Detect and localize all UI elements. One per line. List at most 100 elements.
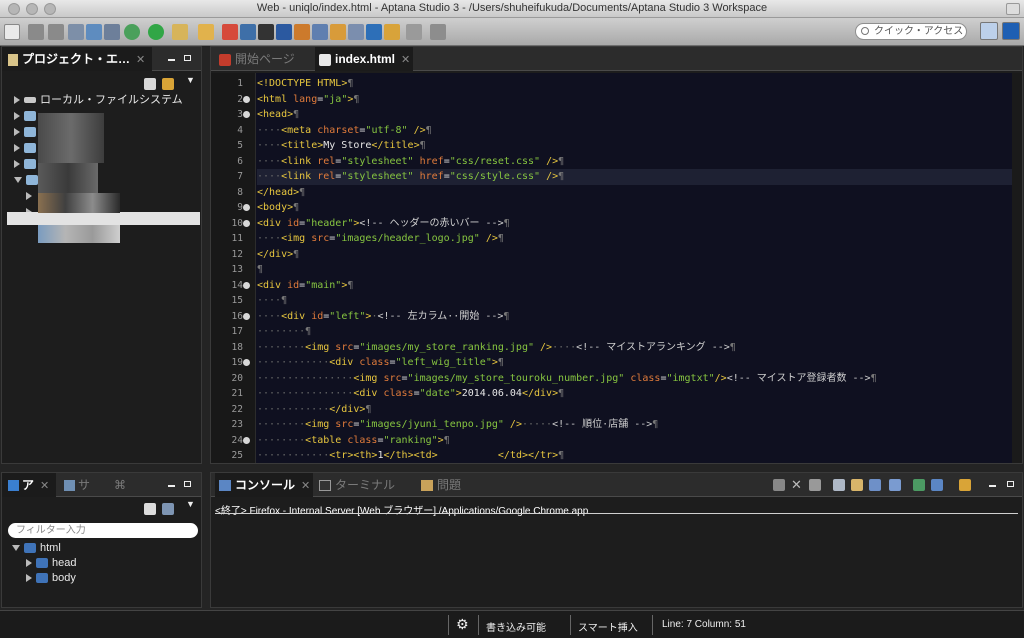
code-line[interactable]: ····¶ [257, 293, 1014, 309]
tree-item-project[interactable] [14, 157, 40, 172]
fold-toggle-icon[interactable] [243, 204, 250, 211]
document-icon[interactable] [348, 24, 364, 40]
tree-item-folder[interactable] [26, 189, 36, 204]
remove-launch-icon[interactable]: ✕ [791, 477, 802, 493]
close-tab-icon[interactable]: ✕ [136, 54, 145, 66]
code-line[interactable]: </head>¶ [257, 185, 1014, 201]
window-icon[interactable] [240, 24, 256, 40]
fold-toggle-icon[interactable] [243, 95, 250, 103]
code-area[interactable]: 1 2 3 4 5 6 7 8 9 10 11 12 13 14 15 16 17 18 19 20 21 22 23 24 2… [211, 73, 1014, 463]
settings-gear-icon[interactable]: ⚙ [456, 616, 469, 633]
export-icon[interactable] [86, 24, 102, 40]
remove-all-icon[interactable] [809, 479, 821, 491]
code-line[interactable]: ················<div class="date">2014.0… [257, 386, 1014, 402]
show-on-output-icon[interactable] [889, 479, 901, 491]
pin-console-icon[interactable] [913, 479, 925, 491]
tree-item-project[interactable] [14, 125, 40, 140]
code-line[interactable]: ············<div class="left_wig_title">… [257, 355, 1014, 371]
code-line[interactable]: </div>¶ [257, 247, 1014, 263]
fullscreen-icon[interactable] [1006, 3, 1020, 15]
vertical-scrollbar[interactable] [1012, 73, 1022, 463]
tool-icon[interactable] [312, 24, 328, 40]
link-editor-icon[interactable] [162, 78, 174, 90]
code-line[interactable]: ········<table class="ranking">¶ [257, 433, 1014, 449]
save-all-icon[interactable] [48, 24, 64, 40]
code-line[interactable]: <!DOCTYPE HTML>¶ [257, 76, 1014, 92]
code-line[interactable]: <html lang="ja">¶ [257, 92, 1014, 108]
word-wrap-icon[interactable] [869, 479, 881, 491]
quick-access-field[interactable]: クイック・アクセス [855, 23, 967, 40]
tree-item-project[interactable] [14, 141, 40, 156]
pin-icon[interactable] [430, 24, 446, 40]
code-line[interactable]: <div id="header"><!-- ヘッダーの赤いバー -->¶ [257, 216, 1014, 232]
fold-toggle-icon[interactable] [243, 359, 250, 366]
outline-item-html[interactable]: html [12, 541, 61, 556]
outline-item-body[interactable]: body [26, 571, 76, 586]
print-icon[interactable] [68, 24, 84, 40]
fold-toggle-icon[interactable] [243, 312, 250, 320]
tab-extra[interactable]: ⌘ [114, 473, 134, 497]
maximize-icon[interactable] [184, 55, 191, 61]
code-line[interactable]: ····<img src="images/header_logo.jpg" />… [257, 231, 1014, 247]
outline-filter-input[interactable]: フィルター入力 [8, 523, 198, 538]
forward-arrow-icon[interactable] [406, 24, 422, 40]
terminate-icon[interactable] [773, 479, 785, 491]
tab-outline[interactable]: ア ✕ [2, 473, 56, 497]
fold-toggle-icon[interactable] [243, 281, 250, 289]
tab-index-html[interactable]: index.html ✕ [315, 47, 413, 71]
document-icon[interactable] [144, 503, 156, 515]
minimize-icon[interactable] [168, 485, 175, 487]
brush-icon[interactable] [330, 24, 346, 40]
code-line[interactable]: ········¶ [257, 324, 1014, 340]
scroll-lock-icon[interactable] [851, 479, 863, 491]
close-tab-icon[interactable]: ✕ [401, 54, 410, 66]
format-icon[interactable] [276, 24, 292, 40]
code-line[interactable]: ············</div>¶ [257, 402, 1014, 418]
tab-samples[interactable]: サ [60, 473, 110, 497]
gear-red-icon[interactable] [222, 24, 238, 40]
debug-icon[interactable] [124, 24, 140, 40]
fold-toggle-icon[interactable] [243, 436, 250, 444]
code-line[interactable]: ····<div id="left">·<!-- 左カラム··開始 -->¶ [257, 309, 1014, 325]
code-line[interactable]: ········<img src="images/my_store_rankin… [257, 340, 1014, 356]
selected-tree-row[interactable] [7, 212, 200, 225]
code-line[interactable]: ····<meta charset="utf-8" />¶ [257, 123, 1014, 139]
import-icon[interactable] [104, 24, 120, 40]
code-line[interactable]: <head>¶ [257, 107, 1014, 123]
tree-item-local-filesystem[interactable]: ローカル・ファイルシステム [14, 93, 183, 108]
terminal-icon[interactable] [258, 24, 274, 40]
sync-icon[interactable] [294, 24, 310, 40]
close-tab-icon[interactable]: ✕ [40, 480, 49, 492]
fold-toggle-icon[interactable] [243, 111, 250, 118]
save-icon[interactable] [28, 24, 44, 40]
tab-terminal[interactable]: ターミナル [315, 473, 411, 497]
display-console-icon[interactable] [931, 479, 943, 491]
open-folder-icon[interactable] [172, 24, 188, 40]
code-line[interactable]: <div id="main">¶ [257, 278, 1014, 294]
minimize-icon[interactable] [168, 59, 175, 61]
tab-console[interactable]: コンソール ✕ [215, 473, 313, 497]
code-line[interactable]: ····<title>My Store</title>¶ [257, 138, 1014, 154]
code-line[interactable]: ····<link rel="stylesheet" href="css/sty… [257, 169, 1014, 185]
paragraph-icon[interactable] [366, 24, 382, 40]
fold-toggle-icon[interactable] [243, 219, 250, 227]
view-menu-chevron-icon[interactable]: ▼ [186, 75, 195, 85]
maximize-icon[interactable] [1007, 481, 1014, 487]
clear-console-icon[interactable] [833, 479, 845, 491]
maximize-icon[interactable] [184, 481, 191, 487]
minimize-icon[interactable] [989, 485, 996, 487]
tree-item-project[interactable] [14, 109, 40, 124]
code-line[interactable]: ················<img src="images/my_stor… [257, 371, 1014, 387]
new-file-icon[interactable] [4, 24, 20, 40]
perspective-icon[interactable] [980, 22, 998, 40]
tab-problems[interactable]: 問題 [417, 473, 477, 497]
code-line[interactable]: ········<img src="images/jyuni_tenpo.jpg… [257, 417, 1014, 433]
code-line[interactable]: ¶ [257, 262, 1014, 278]
code-line[interactable]: ····<link rel="stylesheet" href="css/res… [257, 154, 1014, 170]
collapse-all-icon[interactable] [144, 78, 156, 90]
open-console-icon[interactable] [959, 479, 971, 491]
close-tab-icon[interactable]: ✕ [301, 480, 310, 492]
sort-icon[interactable] [162, 503, 174, 515]
code-line[interactable]: <body>¶ [257, 200, 1014, 216]
tab-project-explorer[interactable]: プロジェクト・エ… ✕ [2, 47, 152, 71]
